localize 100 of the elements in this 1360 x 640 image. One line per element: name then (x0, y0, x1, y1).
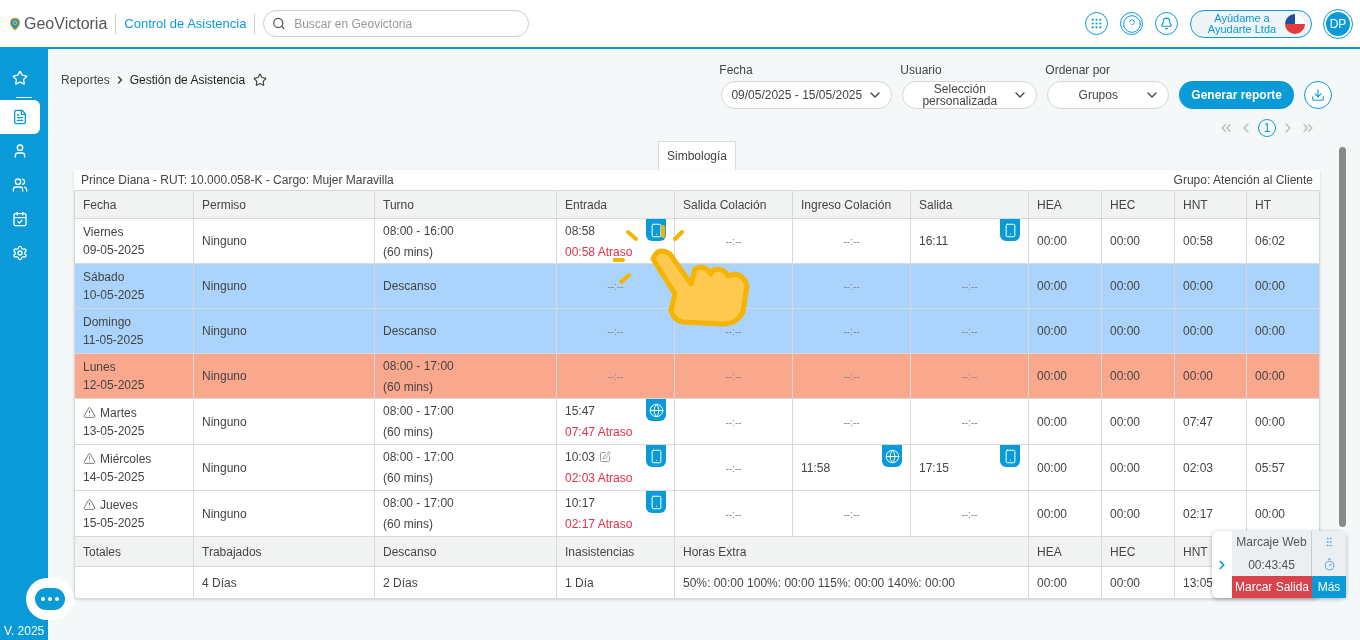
hours-value: 06:02 (1255, 234, 1286, 248)
search-icon (272, 16, 287, 31)
time-value: 11:58 (801, 460, 831, 475)
totals-value: 13:05 (1183, 575, 1214, 590)
column-header: Ingreso Colación (801, 197, 892, 212)
time-value: --:-- (843, 508, 860, 520)
time-value: 10:17 (565, 495, 596, 512)
report-nav-icon[interactable] (0, 100, 40, 134)
search-input[interactable]: Buscar en Geovictoria (294, 14, 521, 33)
company-selector[interactable]: Ayúdame a Ayudarte Ltda (1190, 9, 1312, 38)
permit-text: Ninguno (202, 506, 247, 521)
hours-value: 00:00 (1110, 234, 1141, 248)
column-header: Salida (919, 197, 953, 212)
permit-text: Ninguno (202, 369, 247, 383)
time-value: --:-- (607, 281, 624, 292)
time-value: --:-- (843, 371, 860, 382)
drag-handle-icon[interactable] (1323, 536, 1335, 548)
panel-title: Marcaje Web (1236, 534, 1307, 552)
date-text: 10-05-2025 (83, 288, 145, 302)
breadcrumb-link[interactable]: Reportes (61, 71, 110, 89)
date-text: 11-05-2025 (83, 333, 144, 347)
hours-value: 00:00 (1037, 279, 1068, 293)
hours-value: 00:00 (1110, 279, 1141, 293)
time-value: --:-- (843, 281, 860, 292)
late-text: 07:47 Atraso (565, 424, 634, 441)
column-header: Permiso (202, 197, 246, 212)
time-value: 16:11 (919, 234, 949, 248)
hours-value: 00:00 (1037, 234, 1068, 248)
elapsed-time: 00:43:45 (1248, 556, 1295, 574)
hours-value: 00:58 (1183, 234, 1214, 248)
totals-header: Descanso (383, 544, 437, 559)
time-value: --:-- (725, 462, 742, 474)
late-text: 00:58 Atraso (565, 243, 634, 261)
break-text: (60 mins) (383, 470, 434, 487)
break-text: (60 mins) (383, 378, 434, 396)
column-header: Salida Colación (683, 197, 767, 212)
time-value: --:-- (961, 326, 978, 337)
time-value: 10:03 (565, 449, 596, 466)
permit-text: Ninguno (202, 460, 247, 475)
column-header: HEA (1037, 197, 1062, 212)
module-title[interactable]: Control de Asistencia (124, 13, 247, 34)
symbology-tab[interactable]: Simbología (657, 141, 736, 170)
hours-value: 07:47 (1183, 414, 1214, 429)
time-value: --:-- (725, 236, 742, 247)
chat-bubble-button[interactable] (26, 578, 74, 620)
clock-out-button[interactable]: Marcar Salida (1232, 576, 1312, 598)
column-header: HT (1255, 197, 1271, 212)
time-value: --:-- (607, 326, 624, 337)
edit-icon[interactable] (599, 451, 612, 463)
hours-value: 05:57 (1255, 460, 1286, 475)
version-label: V. 2025 (4, 623, 45, 640)
hours-value: 02:03 (1183, 460, 1214, 475)
shift-text: 08:00 - 17:00 (383, 357, 455, 375)
hours-value: 00:00 (1110, 414, 1141, 429)
flag-icon (1285, 13, 1305, 34)
shift-text: 08:00 - 16:00 (383, 222, 455, 240)
break-text: (60 mins) (383, 516, 434, 533)
late-text: 02:03 Atraso (565, 470, 634, 487)
download-button[interactable] (1304, 81, 1332, 109)
day-name: Jueves (100, 496, 139, 514)
time-value: --:-- (725, 326, 742, 337)
filter-label: Usuario (900, 62, 943, 79)
time-value: --:-- (961, 371, 978, 382)
day-name: Martes (100, 404, 137, 422)
filter-label: Fecha (719, 62, 754, 79)
filter-dropdown[interactable]: Grupos (1047, 81, 1170, 109)
totals-header: Inasistencias (565, 544, 635, 559)
hours-value: 00:00 (1255, 369, 1286, 383)
time-value: --:-- (961, 416, 978, 428)
totals-value: 2 Días (383, 575, 418, 590)
permit-text: Ninguno (202, 414, 247, 429)
hours-value: 02:17 (1183, 506, 1214, 521)
shift-text: Descanso (383, 323, 438, 340)
break-text: (60 mins) (383, 424, 434, 441)
user-avatar[interactable]: DP (1324, 9, 1352, 38)
day-name: Miércoles (100, 450, 152, 468)
filter-dropdown[interactable]: Selección personalizada (902, 81, 1038, 109)
generate-report-button[interactable]: Generar reporte (1179, 81, 1294, 109)
favorite-star-icon[interactable] (253, 73, 268, 87)
time-value: 15:47 (565, 403, 596, 420)
column-header: Fecha (83, 197, 117, 212)
totals-header: HEA (1037, 544, 1062, 559)
day-name: Domingo (83, 314, 132, 331)
time-value: --:-- (607, 371, 624, 382)
totals-value: 1 Día (565, 575, 594, 590)
more-button[interactable]: Más (1312, 576, 1346, 598)
column-header: HNT (1183, 197, 1208, 212)
help-button[interactable] (1120, 12, 1143, 35)
permit-text: Ninguno (202, 324, 247, 338)
late-text: 02:17 Atraso (565, 516, 634, 533)
hours-value: 00:00 (1037, 506, 1068, 521)
hours-value: 00:00 (1037, 414, 1068, 429)
time-value: --:-- (843, 236, 860, 247)
hours-value: 00:00 (1037, 369, 1068, 383)
totals-value: 00:00 (1037, 575, 1068, 590)
day-name: Viernes (83, 224, 124, 241)
date-text: 13-05-2025 (83, 423, 145, 438)
timer-icon (1322, 558, 1336, 571)
filter-dropdown[interactable]: 09/05/2025 - 15/05/2025 (721, 81, 893, 109)
shift-text: 08:00 - 17:00 (383, 495, 455, 512)
